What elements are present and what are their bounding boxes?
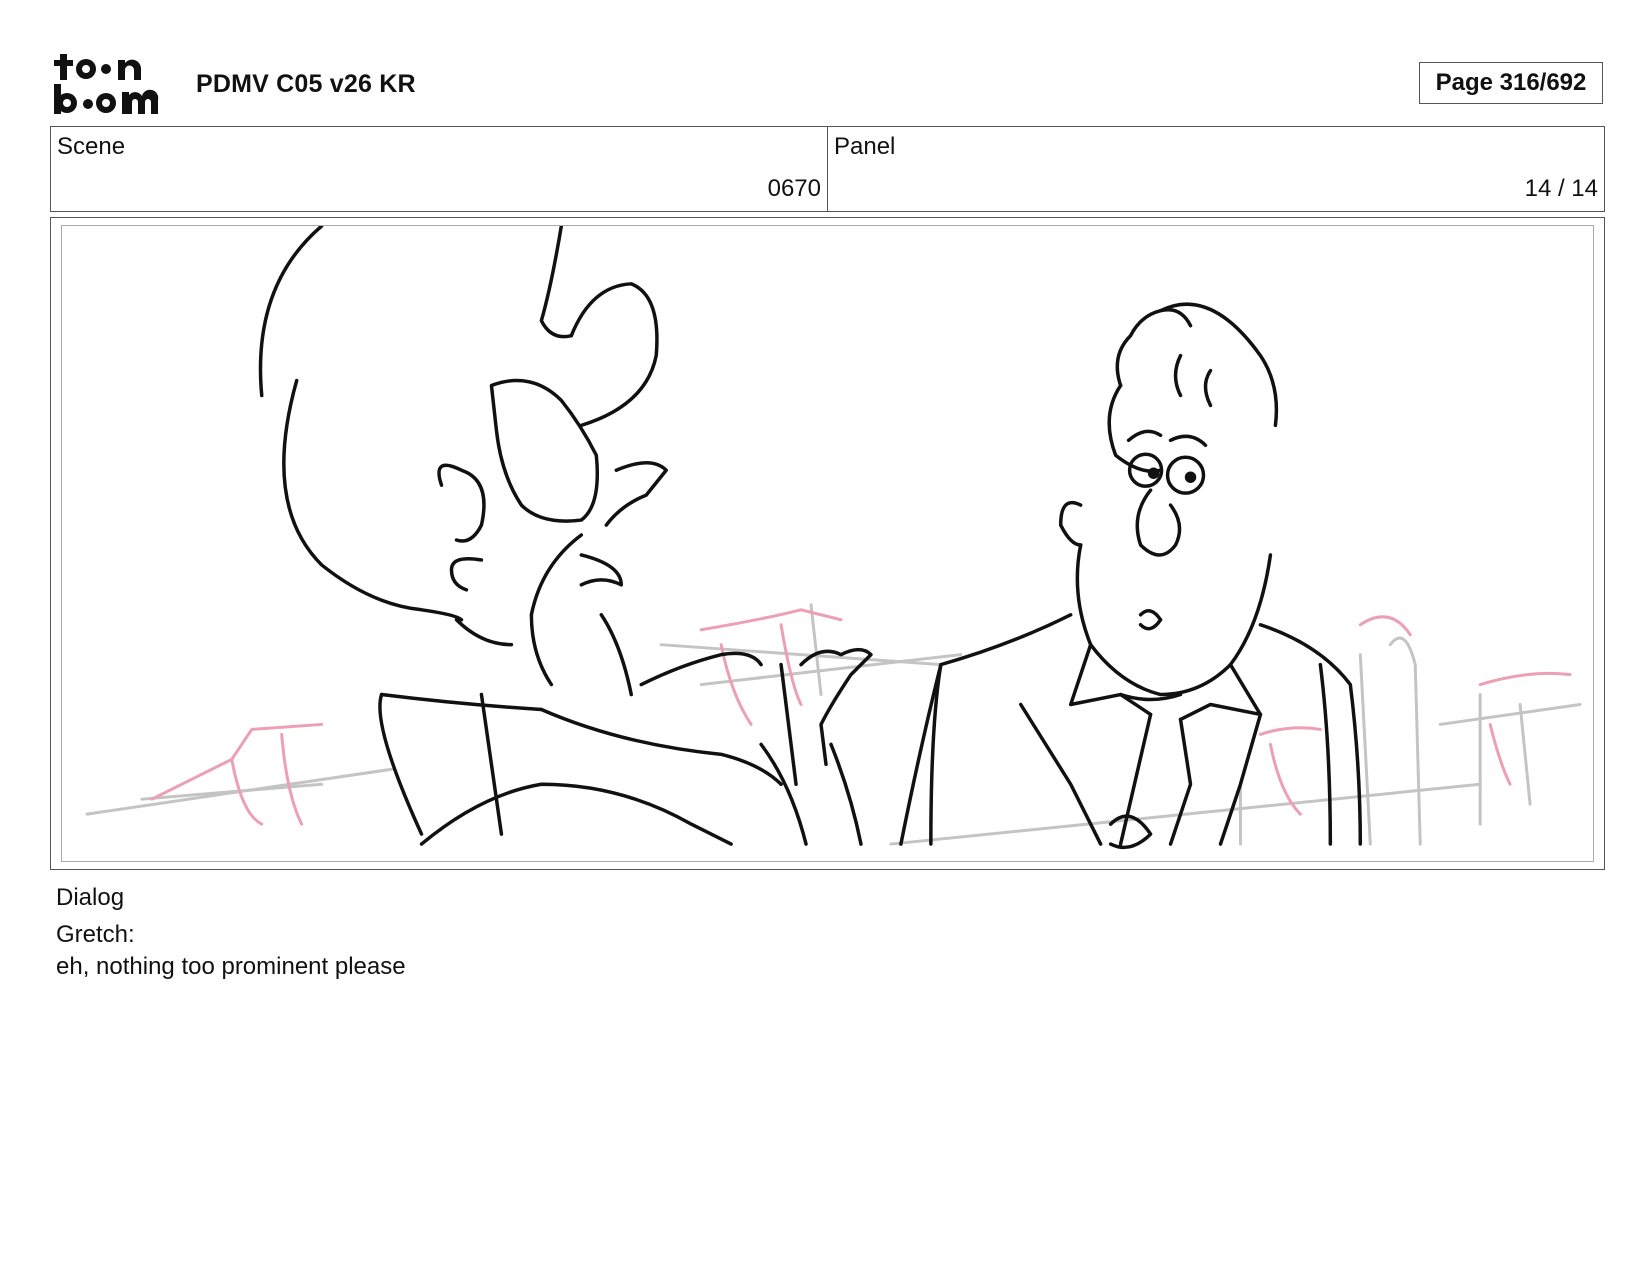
scene-value: 0670 <box>767 175 821 202</box>
project-title: PDMV C05 v26 KR <box>196 70 416 98</box>
rough-background-pink <box>150 608 1572 826</box>
sketch-image <box>85 226 1582 850</box>
panel-label: Panel <box>834 133 896 160</box>
storyboard-panel <box>50 217 1605 870</box>
dialog-speaker: Gretch: <box>56 921 135 948</box>
dialog-line: eh, nothing too prominent please <box>56 953 406 980</box>
toonboom-logo-mark <box>54 54 159 114</box>
panel-value: 14 / 14 <box>1524 175 1598 202</box>
toonboom-logo <box>54 52 172 116</box>
dialog-label: Dialog <box>56 884 125 911</box>
storyboard-drawing <box>61 225 1594 862</box>
page-number-badge: Page 316/692 <box>1419 62 1603 104</box>
character-gretch <box>258 226 873 846</box>
panel-cell: Panel 14 / 14 <box>827 127 1604 211</box>
character-man <box>899 302 1363 850</box>
scene-label: Scene <box>57 133 126 160</box>
scene-cell: Scene 0670 <box>51 127 827 211</box>
scene-panel-table: Scene 0670 Panel 14 / 14 <box>50 126 1605 212</box>
